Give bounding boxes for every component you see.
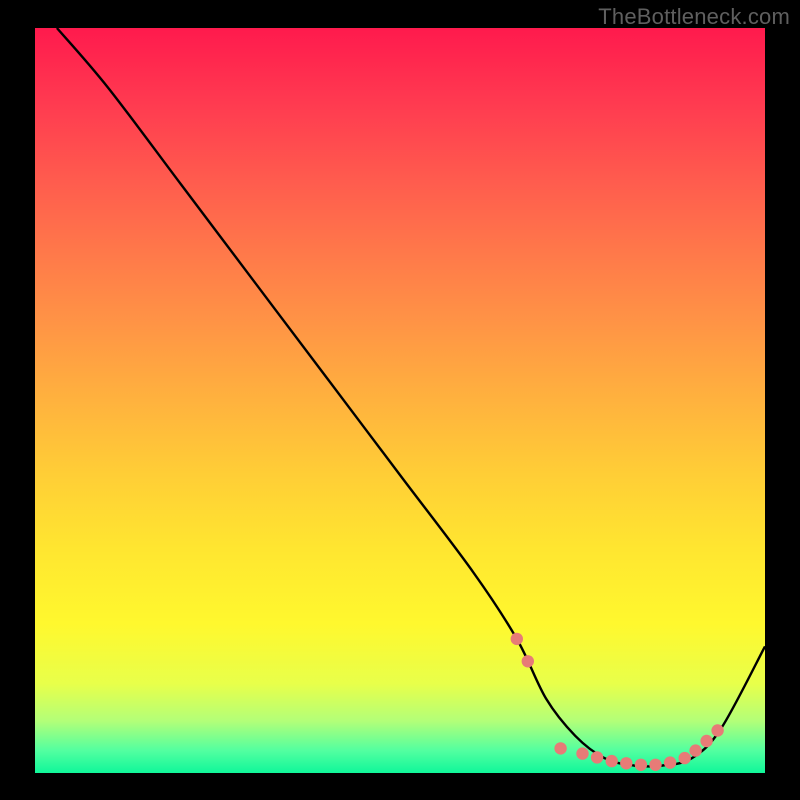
highlight-dot [511,633,523,645]
highlight-dot [576,747,588,759]
highlight-dot [689,744,701,756]
plot-area [35,28,765,773]
highlight-dot [606,755,618,767]
bottleneck-curve-path [57,28,765,766]
highlight-dot [700,735,712,747]
highlight-dot [591,751,603,763]
highlight-dot [664,756,676,768]
highlight-dot [635,759,647,771]
chart-svg [35,28,765,773]
watermark-text: TheBottleneck.com [598,4,790,30]
highlight-dot [649,759,661,771]
highlight-dot [620,757,632,769]
highlight-dot [711,724,723,736]
highlight-dot [679,752,691,764]
highlight-dot [554,742,566,754]
highlight-dots-group [511,633,724,771]
highlight-dot [522,655,534,667]
chart-frame: TheBottleneck.com [0,0,800,800]
